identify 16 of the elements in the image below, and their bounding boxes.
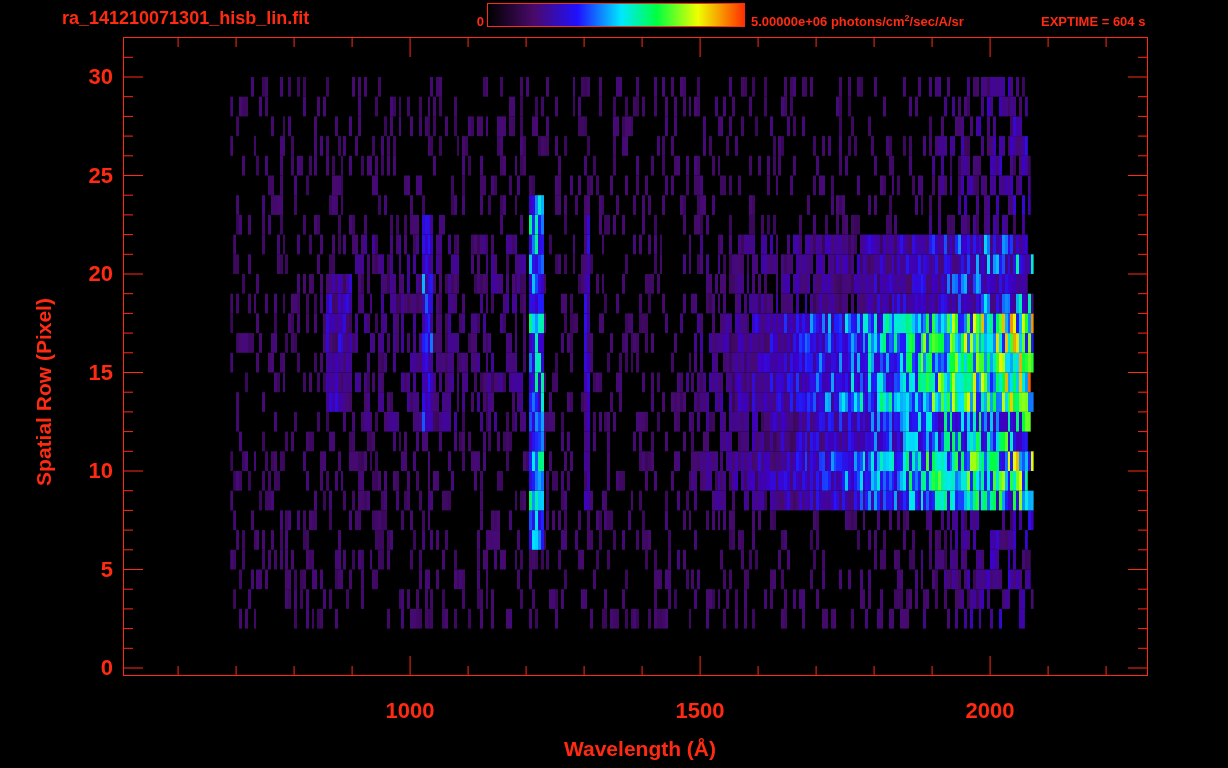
x-tick-label: 1000 <box>385 700 435 722</box>
y-tick-label: 0 <box>100 657 113 679</box>
y-tick-label: 5 <box>100 558 113 581</box>
x-tick-label: 1500 <box>675 700 725 722</box>
y-tick-label: 20 <box>88 263 113 285</box>
y-tick-label: 15 <box>88 361 113 384</box>
x-axis-label: Wavelength (Å) <box>563 737 717 761</box>
y-axis-label: Spatial Row (Pixel) <box>32 298 56 486</box>
y-tick-label: 10 <box>88 460 113 482</box>
y-tick-label: 30 <box>88 66 113 88</box>
y-tick-label: 25 <box>88 164 113 187</box>
file-title: ra_141210071301_hisb_lin.fit <box>62 8 311 29</box>
exposure-time: EXPTIME = 604 s <box>1041 14 1146 29</box>
colorbar-min-label: 0 <box>475 14 485 29</box>
x-tick-label: 2000 <box>965 700 1015 722</box>
colorbar-max-label: 5.00000e+06 photons/cm$^{2}$/sec/A/sr <box>751 13 965 30</box>
